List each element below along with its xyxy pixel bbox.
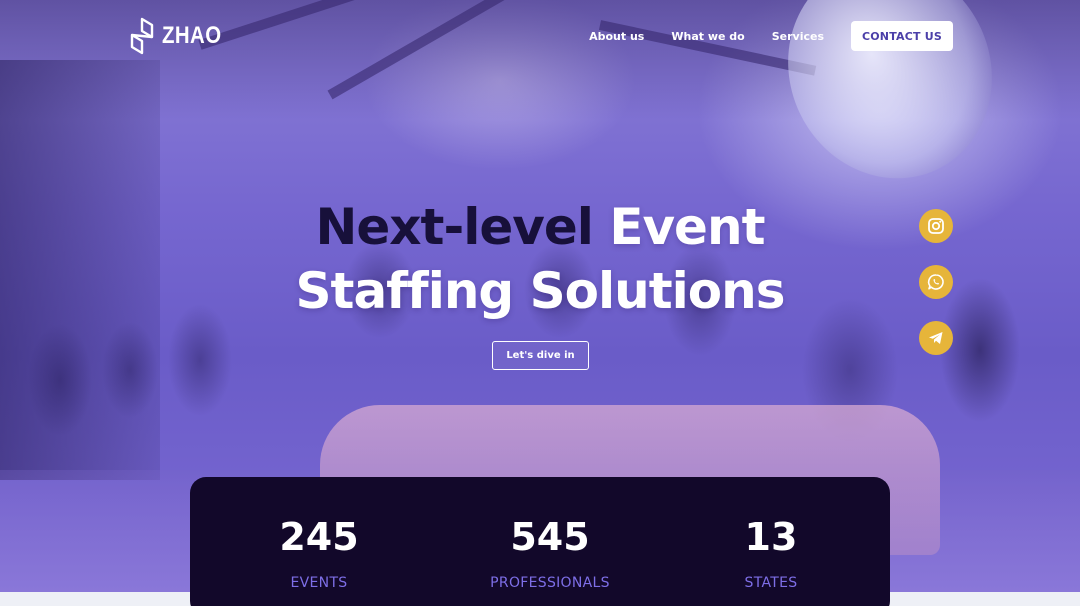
logo[interactable]: ZHAO — [128, 16, 232, 56]
nav-link-about[interactable]: About us — [589, 30, 644, 43]
stat-events: 245 EVENTS — [219, 513, 419, 591]
telegram-icon — [929, 332, 943, 344]
headline-word: Event — [609, 198, 765, 256]
stats-panel: 245 EVENTS 545 PROFESSIONALS 13 STATES — [190, 477, 890, 606]
logo-mark-icon — [130, 17, 154, 55]
stat-label: EVENTS — [290, 575, 348, 591]
stat-value: 13 — [744, 515, 798, 559]
stat-states: 13 STATES — [671, 513, 871, 591]
stat-label: PROFESSIONALS — [490, 575, 610, 591]
whatsapp-icon — [927, 274, 944, 290]
nav-link-services[interactable]: Services — [772, 30, 824, 43]
stat-professionals: 545 PROFESSIONALS — [450, 513, 650, 591]
instagram-icon — [928, 218, 944, 234]
main-nav: About us What we do Services CONTACT US — [589, 21, 953, 51]
contact-us-button[interactable]: CONTACT US — [851, 21, 953, 51]
stat-value: 545 — [510, 515, 590, 559]
stat-label: STATES — [744, 575, 798, 591]
brand-name: ZHAO — [162, 22, 222, 49]
whatsapp-button[interactable] — [919, 265, 953, 299]
hero-headline: Next-level Event Staffing Solutions — [0, 195, 1080, 323]
dive-in-button[interactable]: Let's dive in — [492, 341, 589, 370]
headline-line-2: Staffing Solutions — [295, 262, 786, 320]
instagram-button[interactable] — [919, 209, 953, 243]
stat-value: 245 — [279, 515, 359, 559]
headline-highlight: Next-level — [315, 198, 594, 256]
nav-link-what-we-do[interactable]: What we do — [671, 30, 744, 43]
telegram-button[interactable] — [919, 321, 953, 355]
